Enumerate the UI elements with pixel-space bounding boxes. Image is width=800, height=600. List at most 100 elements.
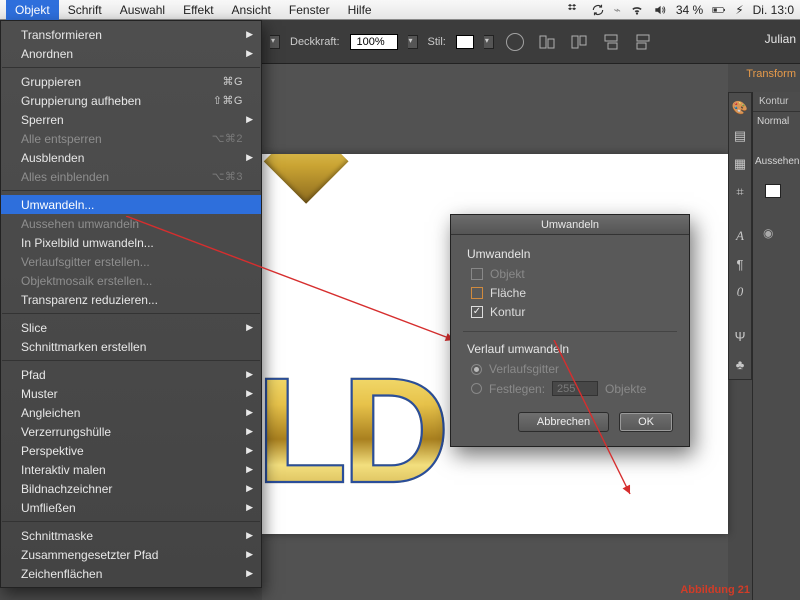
menu-item-label: Verlaufsgitter erstellen... xyxy=(21,255,243,269)
pilcrow-icon[interactable]: ¶ xyxy=(731,255,749,273)
figure-caption: Abbildung 21 xyxy=(680,584,750,596)
palette-icon[interactable]: 🎨 xyxy=(731,99,749,117)
menu-objekt[interactable]: Objekt xyxy=(6,0,59,20)
menu-item-gruppieren[interactable]: Gruppieren⌘G xyxy=(1,72,261,91)
menu-effekt[interactable]: Effekt xyxy=(174,0,222,20)
menu-item-label: Alle entsperren xyxy=(21,132,212,146)
menu-item-aussehen-umwandeln: Aussehen umwandeln xyxy=(1,214,261,233)
opacity-dd-icon[interactable] xyxy=(408,35,418,49)
artboard-icon[interactable]: ▦ xyxy=(731,155,749,173)
submenu-arrow-icon: ▶ xyxy=(246,152,253,163)
submenu-arrow-icon: ▶ xyxy=(246,502,253,513)
gold-text-object[interactable]: LD xyxy=(262,344,444,517)
menu-ansicht[interactable]: Ansicht xyxy=(223,0,280,20)
dropbox-icon[interactable] xyxy=(568,3,582,17)
menu-item-transformieren[interactable]: Transformieren▶ xyxy=(1,25,261,44)
style-dd-icon[interactable] xyxy=(484,35,494,49)
menu-item-label: Umwandeln... xyxy=(21,198,243,212)
submenu-arrow-icon: ▶ xyxy=(246,445,253,456)
checkbox-fill[interactable] xyxy=(471,287,483,299)
menubar-clock[interactable]: Di. 13:0 xyxy=(753,3,794,17)
submenu-arrow-icon: ▶ xyxy=(246,549,253,560)
menu-item-bildnachzeichner[interactable]: Bildnachzeichner▶ xyxy=(1,479,261,498)
menu-hilfe[interactable]: Hilfe xyxy=(339,0,381,20)
menu-item-zusammengesetzter-pfad[interactable]: Zusammengesetzter Pfad▶ xyxy=(1,545,261,564)
menu-item-schnittmarken-erstellen[interactable]: Schnittmarken erstellen xyxy=(1,337,261,356)
checkbox-stroke[interactable] xyxy=(471,306,483,318)
menu-item-interaktiv-malen[interactable]: Interaktiv malen▶ xyxy=(1,460,261,479)
menu-item-label: Muster xyxy=(21,387,243,401)
align-icon-3[interactable] xyxy=(600,31,622,53)
menu-item-schnittmaske[interactable]: Schnittmaske▶ xyxy=(1,526,261,545)
opt-gradient-mesh: Verlaufsgitter xyxy=(471,362,673,376)
menu-item-ausblenden[interactable]: Ausblenden▶ xyxy=(1,148,261,167)
menu-item-angleichen[interactable]: Angleichen▶ xyxy=(1,403,261,422)
menu-item-umwandeln[interactable]: Umwandeln... xyxy=(1,195,261,214)
menu-item-label: Verzerrungshülle xyxy=(21,425,243,439)
appearance-swatch[interactable] xyxy=(765,184,781,198)
submenu-arrow-icon: ▶ xyxy=(246,322,253,333)
menu-item-anordnen[interactable]: Anordnen▶ xyxy=(1,44,261,63)
menu-item-label: Angleichen xyxy=(21,406,243,420)
menu-item-muster[interactable]: Muster▶ xyxy=(1,384,261,403)
submenu-arrow-icon: ▶ xyxy=(246,114,253,125)
right-panels: Kontur Normal Aussehen ◉ xyxy=(752,92,800,600)
align-icon-4[interactable] xyxy=(632,31,654,53)
opt-object-label: Objekt xyxy=(490,267,525,281)
aussehen-tab[interactable]: Aussehen xyxy=(755,156,799,167)
menu-item-alles-einblenden: Alles einblenden⌥⌘3 xyxy=(1,167,261,186)
mac-menubar: Objekt Schrift Auswahl Effekt Ansicht Fe… xyxy=(0,0,800,20)
crop-icon[interactable]: ⌗ xyxy=(731,183,749,201)
menu-item-gruppierung-aufheben[interactable]: Gruppierung aufheben⇧⌘G xyxy=(1,91,261,110)
submenu-arrow-icon: ▶ xyxy=(246,48,253,59)
align-icon-1[interactable] xyxy=(536,31,558,53)
objekt-menu-dropdown: Transformieren▶Anordnen▶ Gruppieren⌘GGrup… xyxy=(0,20,262,588)
submenu-arrow-icon: ▶ xyxy=(246,426,253,437)
layers-icon[interactable]: ▤ xyxy=(731,127,749,145)
opt-stroke[interactable]: Kontur xyxy=(471,305,673,319)
menu-schrift[interactable]: Schrift xyxy=(59,0,111,20)
battery-icon[interactable] xyxy=(712,3,726,17)
menu-item-in-pixelbild-umwandeln[interactable]: In Pixelbild umwandeln... xyxy=(1,233,261,252)
menu-item-label: Transparenz reduzieren... xyxy=(21,293,243,307)
club-icon[interactable]: ♣ xyxy=(731,355,749,373)
kontur-tab[interactable]: Kontur xyxy=(753,92,800,112)
menu-item-sperren[interactable]: Sperren▶ xyxy=(1,110,261,129)
gold-decoration xyxy=(264,154,349,204)
volume-icon[interactable] xyxy=(653,3,667,17)
menu-item-perspektive[interactable]: Perspektive▶ xyxy=(1,441,261,460)
zero-icon[interactable]: 0 xyxy=(731,283,749,301)
bluetooth-icon[interactable]: ⌁ xyxy=(614,3,621,17)
transform-panel-link[interactable]: Transform xyxy=(746,68,796,80)
blend-mode-label[interactable]: Normal xyxy=(757,116,789,127)
wifi-icon[interactable] xyxy=(630,3,644,17)
expand-group-title: Umwandeln xyxy=(467,247,673,261)
menu-item-umflie-en[interactable]: Umfließen▶ xyxy=(1,498,261,517)
menu-item-label: Zusammengesetzter Pfad xyxy=(21,548,243,562)
menu-item-transparenz-reduzieren[interactable]: Transparenz reduzieren... xyxy=(1,290,261,309)
menu-item-label: Sperren xyxy=(21,113,243,127)
menu-item-label: Ausblenden xyxy=(21,151,243,165)
globe-icon[interactable] xyxy=(504,31,526,53)
style-swatch[interactable] xyxy=(456,35,474,49)
menu-item-pfad[interactable]: Pfad▶ xyxy=(1,365,261,384)
opts-dropdown-icon[interactable] xyxy=(270,35,280,49)
menu-item-slice[interactable]: Slice▶ xyxy=(1,318,261,337)
menu-fenster[interactable]: Fenster xyxy=(280,0,339,20)
menu-item-zeichenfl-chen[interactable]: Zeichenflächen▶ xyxy=(1,564,261,583)
eye-icon[interactable]: ◉ xyxy=(763,226,773,240)
sync-icon[interactable] xyxy=(591,3,605,17)
cancel-button[interactable]: Abbrechen xyxy=(518,412,609,432)
umwandeln-dialog: Umwandeln Umwandeln Objekt Fläche Kontur… xyxy=(450,214,690,447)
usb-icon[interactable]: Ψ xyxy=(731,327,749,345)
menu-item-label: Gruppieren xyxy=(21,75,222,89)
menu-item-verzerrungsh-lle[interactable]: Verzerrungshülle▶ xyxy=(1,422,261,441)
menu-auswahl[interactable]: Auswahl xyxy=(111,0,174,20)
opacity-input[interactable]: 100% xyxy=(350,34,398,50)
radio-mesh xyxy=(471,364,482,375)
type-icon[interactable]: A xyxy=(731,227,749,245)
ok-button[interactable]: OK xyxy=(619,412,673,432)
menu-item-shortcut: ⌥⌘2 xyxy=(212,132,243,145)
opt-fill[interactable]: Fläche xyxy=(471,286,673,300)
align-icon-2[interactable] xyxy=(568,31,590,53)
